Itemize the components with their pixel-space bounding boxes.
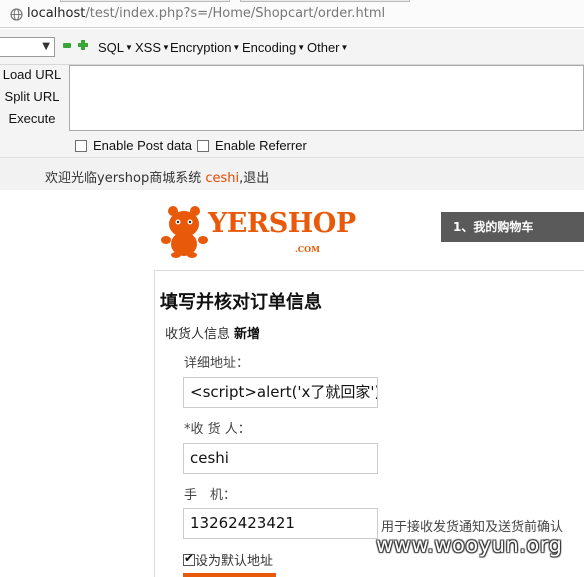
globe-icon [10, 8, 23, 21]
caret-down-icon: ▼ [340, 43, 349, 52]
execute-button[interactable]: Execute [0, 109, 64, 129]
checkbox-box[interactable] [75, 140, 87, 152]
increase-icon[interactable] [78, 40, 88, 50]
username-link[interactable]: ceshi [205, 171, 239, 186]
welcome-bar: 欢迎光临yershop商城系统 ceshi,退出 [0, 157, 584, 190]
load-url-button[interactable]: Load URL [0, 65, 64, 85]
menu-xss[interactable]: XSS▼ [135, 40, 170, 55]
receiver-label: *收 货 人： [184, 422, 251, 437]
bear-mascot-icon [161, 206, 208, 258]
menu-encryption[interactable]: Encryption▼ [170, 40, 240, 55]
site-logo[interactable]: YERSHOP .COM [160, 202, 356, 262]
caret-down-icon: ▼ [125, 43, 133, 52]
url-host: localhost [27, 6, 86, 21]
logout-link[interactable]: ,退出 [239, 171, 269, 186]
hackbar-mode-select[interactable]: ▼ [0, 37, 55, 57]
save-button-edge[interactable] [183, 573, 276, 577]
logo-wordmark: YERSHOP [208, 208, 356, 239]
address-label: 详细地址： [184, 356, 250, 371]
checkbox-checked-icon[interactable] [183, 551, 195, 566]
enable-post-data-checkbox[interactable]: Enable Post data [75, 138, 192, 154]
address-field[interactable]: <script>alert('x了就回家') [183, 377, 378, 408]
step-my-cart[interactable]: 1、我的购物车 [441, 212, 584, 242]
page-title: 填写并核对订单信息 [160, 292, 322, 313]
caret-down-icon: ▼ [297, 43, 306, 52]
add-consignee-link[interactable]: 新增 [234, 327, 260, 342]
tab-strip-fragment [60, 0, 420, 2]
phone-field[interactable]: 13262423421 [183, 508, 378, 539]
receiver-field[interactable]: ceshi [183, 443, 378, 474]
decrease-icon[interactable] [63, 43, 71, 48]
consignee-heading: 收货人信息 新增 [165, 327, 261, 342]
menu-other[interactable]: Other▼ [307, 40, 348, 55]
enable-referrer-checkbox[interactable]: Enable Referrer [197, 138, 307, 154]
phone-label: 手 机： [184, 488, 237, 503]
default-address-checkbox[interactable]: 设为默认地址 [183, 550, 273, 569]
hackbar-panel: Load URL Split URL Execute Enable Post d… [0, 65, 584, 157]
logo-com: .COM [295, 244, 320, 254]
url-path: /test/index.php?s=/Home/Shopcart/order.h… [85, 6, 386, 21]
menu-sql[interactable]: SQL▼ [98, 40, 133, 55]
caret-down-icon: ▼ [162, 43, 170, 52]
welcome-text: 欢迎光临yershop商城系统 ceshi,退出 [45, 171, 270, 186]
address-bar[interactable]: localhost/test/index.php?s=/Home/Shopcar… [0, 0, 584, 28]
hackbar-toolbar: ▼ SQL▼ XSS▼ Encryption▼ Encoding▼ Other▼ [0, 29, 584, 65]
checkbox-box[interactable] [197, 140, 209, 152]
watermark: www.wooyun.org [376, 533, 563, 557]
split-url-button[interactable]: Split URL [0, 87, 64, 107]
caret-down-icon: ▼ [232, 43, 241, 52]
hackbar-url-textarea[interactable] [69, 65, 584, 131]
chevron-down-icon: ▼ [42, 41, 50, 52]
menu-encoding[interactable]: Encoding▼ [242, 40, 305, 55]
url-text[interactable]: localhost/test/index.php?s=/Home/Shopcar… [27, 6, 385, 21]
